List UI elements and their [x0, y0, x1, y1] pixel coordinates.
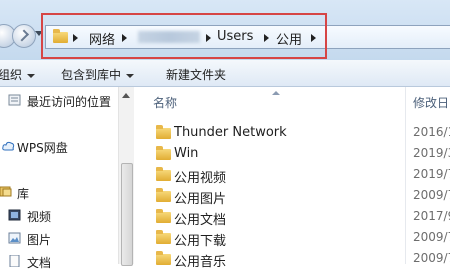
include-in-library-button[interactable]: 包含到库中	[61, 66, 135, 83]
file-date: 2016/1	[413, 125, 450, 139]
file-row[interactable]: 公用图片 2009/7	[134, 185, 450, 207]
file-date: 2017/9	[413, 209, 450, 223]
folder-icon	[156, 125, 171, 139]
folder-icon	[156, 188, 171, 202]
video-icon	[8, 209, 21, 221]
file-row[interactable]: 公用下载 2009/7	[134, 227, 450, 249]
scrollbar-thumb[interactable]	[121, 163, 133, 266]
file-row[interactable]: Thunder Network 2016/1	[134, 122, 450, 142]
new-folder-button[interactable]: 新建文件夹	[166, 66, 226, 83]
file-name: 公用文档	[174, 213, 227, 228]
sidebar-item-label: 文档	[27, 256, 52, 270]
forward-button[interactable]	[12, 24, 36, 48]
picture-icon	[8, 232, 21, 244]
file-name: Win	[174, 146, 199, 161]
folder-icon	[156, 209, 171, 223]
sidebar-item-label: 库	[17, 187, 30, 201]
sidebar-item-label: 视频	[27, 210, 52, 224]
document-icon	[9, 255, 20, 267]
file-date: 2009/7	[413, 251, 450, 265]
file-list: 名称 修改日 Thunder Network 2016/1 Win 2019/3…	[134, 87, 450, 270]
organize-button[interactable]: 组织	[0, 66, 36, 83]
file-row[interactable]: 公用文档 2017/9	[134, 206, 450, 228]
highlight-annotation	[41, 13, 327, 59]
file-name: 公用图片	[174, 192, 227, 207]
library-icon	[0, 186, 12, 197]
file-date: 2019/3	[413, 146, 450, 160]
command-bar: 组织 包含到库中 新建文件夹	[0, 60, 450, 87]
file-name: 公用视频	[174, 171, 227, 186]
folder-icon	[156, 230, 171, 244]
sidebar-item-label: WPS网盘	[17, 141, 68, 155]
file-row[interactable]: Win 2019/3	[134, 143, 450, 163]
chevron-down-icon	[27, 73, 36, 78]
folder-icon	[156, 167, 171, 181]
file-name: 公用下载	[174, 234, 227, 249]
chevron-down-icon	[126, 73, 135, 78]
sort-ascending-icon	[272, 91, 280, 95]
sidebar-scrollbar[interactable]	[118, 87, 134, 266]
sidebar-item-label: 最近访问的位置	[27, 95, 112, 109]
recent-places-icon	[8, 94, 21, 106]
folder-icon	[156, 146, 171, 160]
file-date: 2019/7	[413, 167, 450, 181]
scroll-up-icon[interactable]	[122, 93, 130, 98]
sidebar-item-label: 图片	[27, 233, 52, 247]
column-header-date-modified[interactable]: 修改日	[413, 94, 449, 111]
navigation-bar: 网络 Users 公用	[0, 0, 450, 60]
file-name: Thunder Network	[174, 125, 287, 140]
cloud-icon	[2, 141, 15, 151]
include-label: 包含到库中	[61, 68, 122, 82]
file-date: 2009/7	[413, 188, 450, 202]
file-row[interactable]: 公用视频 2019/7	[134, 164, 450, 186]
file-name: 公用音乐	[174, 255, 227, 270]
column-header-name[interactable]: 名称	[153, 94, 177, 111]
navigation-pane: 最近访问的位置 WPS网盘 库 视频 图片 文档	[0, 87, 118, 270]
file-row[interactable]: 公用音乐 2009/7	[134, 248, 450, 270]
file-date: 2009/7	[413, 230, 450, 244]
organize-label: 组织	[0, 68, 23, 82]
folder-icon	[156, 251, 171, 265]
